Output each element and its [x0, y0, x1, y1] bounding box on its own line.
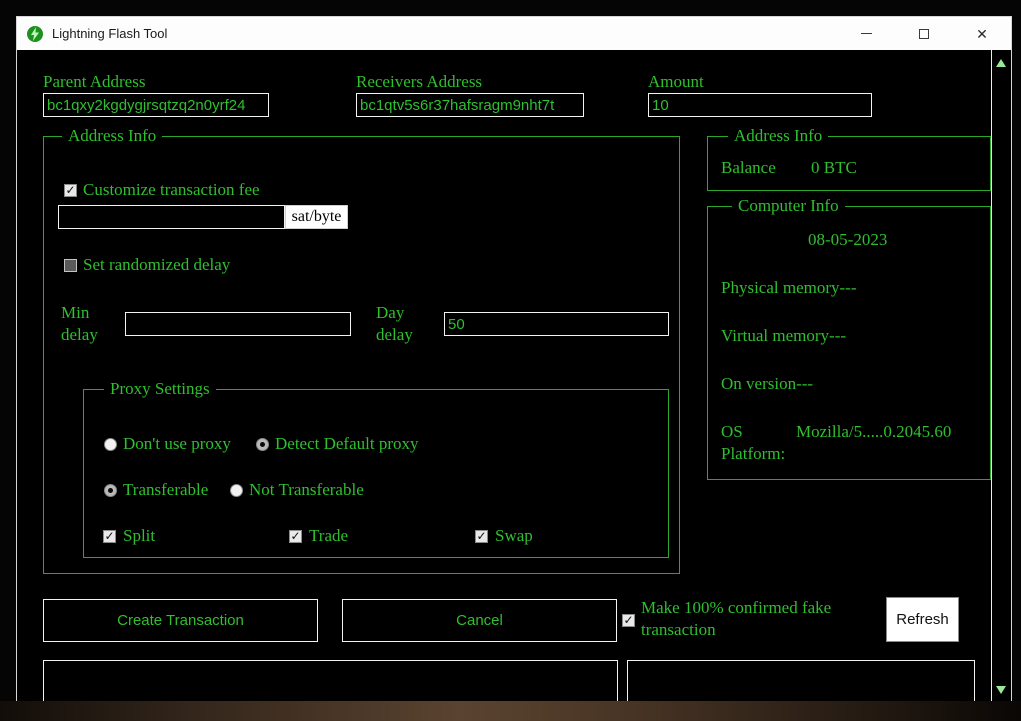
amount-label: Amount — [648, 71, 704, 93]
physical-memory-text: Physical memory--- — [721, 277, 857, 299]
scroll-down-icon[interactable] — [996, 686, 1006, 694]
min-delay-label: Min delay — [61, 302, 98, 346]
radio-not-transferable-label: Not Transferable — [249, 479, 364, 501]
refresh-button[interactable]: Refresh — [886, 597, 959, 642]
minimize-button[interactable] — [837, 17, 895, 50]
radio-not-transferable[interactable] — [230, 484, 243, 497]
address-info-group-title: Address Info — [62, 125, 162, 147]
parent-address-label: Parent Address — [43, 71, 145, 93]
create-transaction-button[interactable]: Create Transaction — [43, 599, 318, 642]
computer-info-group: Computer Info 08-05-2023 Physical memory… — [707, 206, 991, 480]
os-platform-label: OS Platform: — [721, 421, 785, 465]
window-title: Lightning Flash Tool — [52, 26, 167, 41]
balance-group-title: Address Info — [728, 125, 828, 147]
footer-log-panel-left — [43, 660, 618, 703]
minimize-icon — [861, 33, 872, 34]
client-area: Parent Address Receivers Address Amount … — [17, 50, 1011, 703]
fee-input[interactable] — [58, 205, 285, 229]
split-checkbox-label: Split — [123, 525, 155, 547]
app-window: Lightning Flash Tool ✕ Parent Address Re… — [16, 16, 1012, 704]
date-value: 08-05-2023 — [808, 229, 887, 251]
amount-input[interactable] — [648, 93, 872, 117]
computer-info-group-title: Computer Info — [732, 195, 845, 217]
footer-log-panel-right — [627, 660, 975, 703]
scroll-up-icon[interactable] — [996, 59, 1006, 67]
balance-group: Address Info Balance 0 BTC — [707, 136, 991, 191]
cancel-button[interactable]: Cancel — [342, 599, 617, 642]
day-delay-label: Day delay — [376, 302, 413, 346]
fake-transaction-label: Make 100% confirmed fake transaction — [641, 597, 886, 641]
radio-dont-use-proxy[interactable] — [104, 438, 117, 451]
swap-checkbox[interactable] — [475, 530, 488, 543]
customize-fee-checkbox[interactable] — [64, 184, 77, 197]
app-icon — [26, 25, 44, 43]
close-button[interactable]: ✕ — [953, 17, 1011, 50]
maximize-icon — [919, 29, 929, 39]
radio-transferable-label: Transferable — [123, 479, 208, 501]
receivers-address-label: Receivers Address — [356, 71, 482, 93]
trade-checkbox[interactable] — [289, 530, 302, 543]
balance-value: 0 BTC — [811, 157, 857, 179]
proxy-settings-group: Proxy Settings Don't use proxy Detect De… — [83, 389, 669, 558]
virtual-memory-text: Virtual memory--- — [721, 325, 846, 347]
parent-address-input[interactable] — [43, 93, 269, 117]
radio-transferable[interactable] — [104, 484, 117, 497]
day-delay-input[interactable] — [444, 312, 669, 336]
radio-detect-default-proxy-label: Detect Default proxy — [275, 433, 419, 455]
on-version-text: On version--- — [721, 373, 813, 395]
window-controls: ✕ — [837, 17, 1011, 50]
proxy-settings-group-title: Proxy Settings — [104, 378, 216, 400]
swap-checkbox-label: Swap — [495, 525, 533, 547]
address-info-group: Address Info Customize transaction fee s… — [43, 136, 680, 574]
radio-detect-default-proxy[interactable] — [256, 438, 269, 451]
balance-label: Balance — [721, 157, 776, 179]
titlebar[interactable]: Lightning Flash Tool ✕ — [17, 17, 1011, 50]
trade-checkbox-label: Trade — [309, 525, 348, 547]
fake-transaction-checkbox[interactable] — [622, 614, 635, 627]
desktop-background: Lightning Flash Tool ✕ Parent Address Re… — [0, 0, 1021, 721]
split-checkbox[interactable] — [103, 530, 116, 543]
randomized-delay-label: Set randomized delay — [83, 254, 230, 276]
close-icon: ✕ — [976, 27, 988, 41]
maximize-button[interactable] — [895, 17, 953, 50]
fee-unit-label: sat/byte — [285, 205, 348, 229]
randomized-delay-checkbox[interactable] — [64, 259, 77, 272]
min-delay-input[interactable] — [125, 312, 351, 336]
customize-fee-label: Customize transaction fee — [83, 179, 260, 201]
receivers-address-input[interactable] — [356, 93, 584, 117]
vertical-scrollbar[interactable] — [991, 50, 1011, 703]
desktop-taskbar-strip — [0, 701, 1021, 721]
os-platform-value: Mozilla/5.....0.2045.60 — [796, 421, 951, 443]
radio-dont-use-proxy-label: Don't use proxy — [123, 433, 231, 455]
